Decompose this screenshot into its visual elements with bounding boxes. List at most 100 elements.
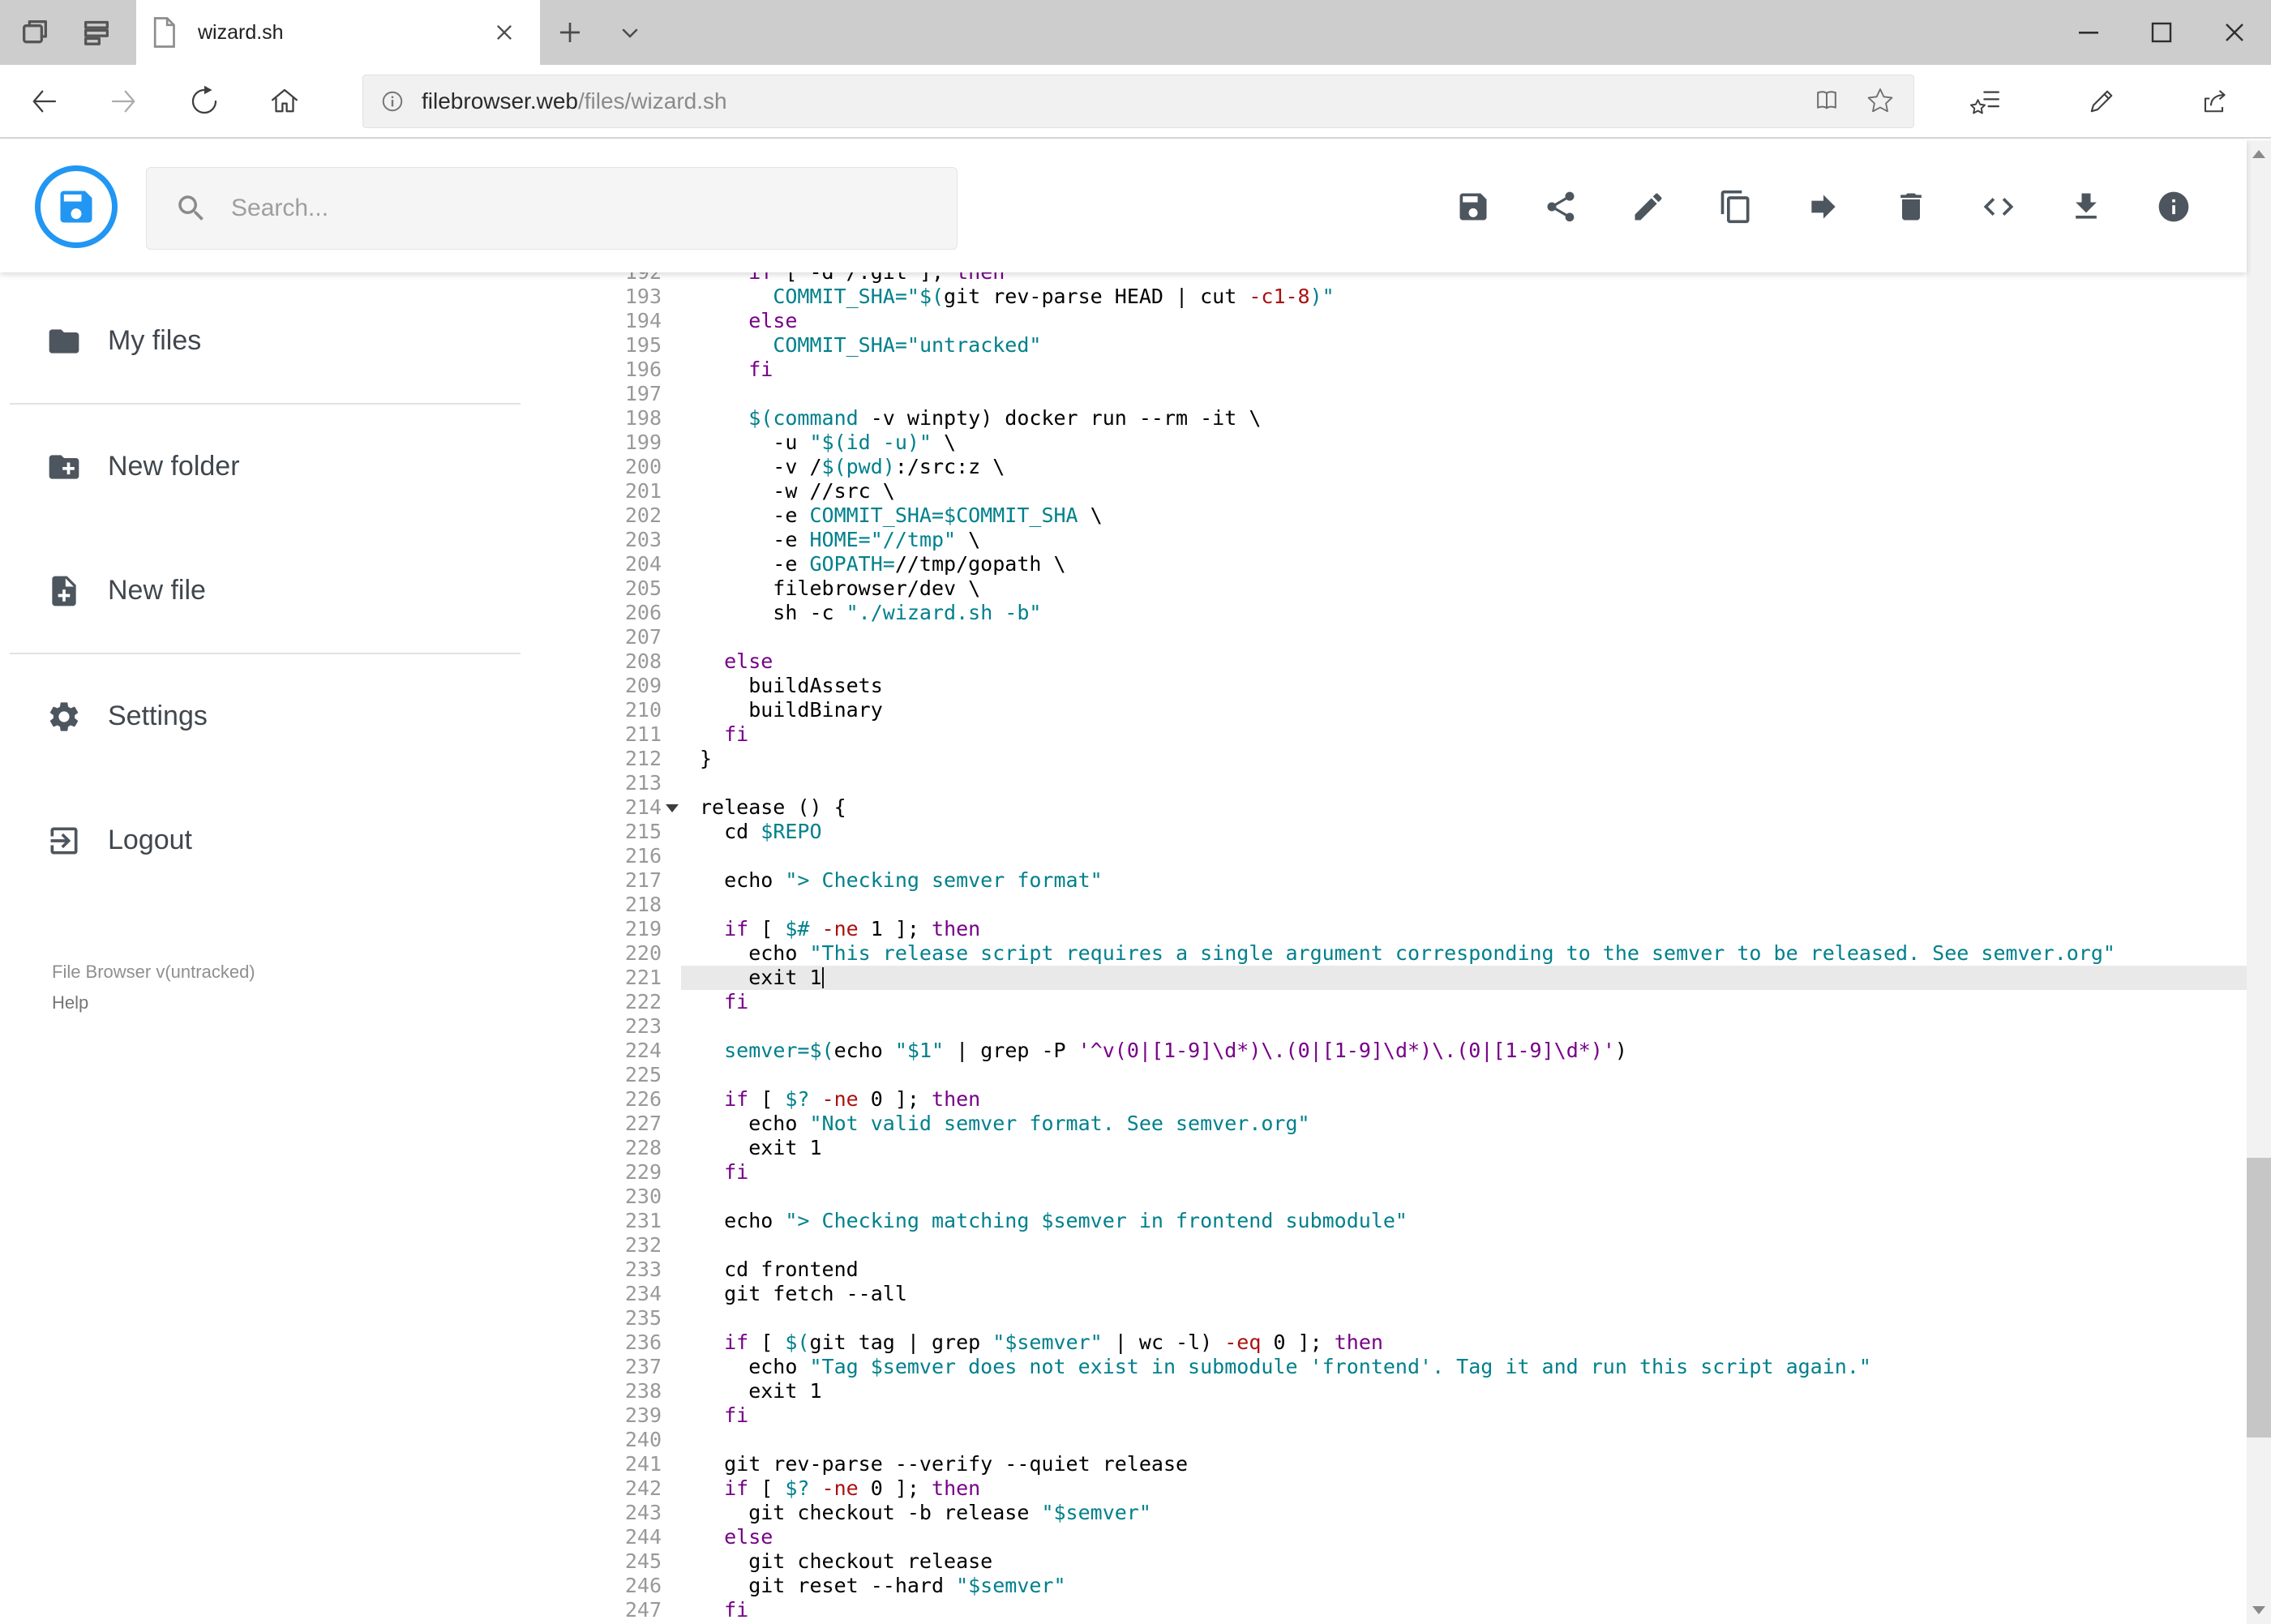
code-line[interactable]: 196 fi <box>538 358 2247 382</box>
code-line[interactable]: 243 git checkout -b release "$semver" <box>538 1501 2247 1525</box>
code-line[interactable]: 231 echo "> Checking matching $semver in… <box>538 1209 2247 1233</box>
code-line[interactable]: 238 exit 1 <box>538 1379 2247 1403</box>
code-line[interactable]: 247 fi <box>538 1598 2247 1622</box>
maximize-button[interactable] <box>2125 0 2198 65</box>
code-line[interactable]: 240 <box>538 1428 2247 1452</box>
code-line[interactable]: 235 <box>538 1306 2247 1330</box>
reading-view-button[interactable] <box>1806 81 1847 122</box>
code-line[interactable]: 229 fi <box>538 1160 2247 1185</box>
code-line[interactable]: 230 <box>538 1185 2247 1209</box>
code-line[interactable]: 194 else <box>538 309 2247 333</box>
move-button[interactable] <box>1806 189 1841 225</box>
sidebar-item-logout[interactable]: Logout <box>0 778 538 902</box>
minimize-button[interactable] <box>2052 0 2125 65</box>
share-file-button[interactable] <box>1543 189 1579 225</box>
fold-arrow-icon[interactable] <box>662 795 681 820</box>
scrollbar-down-arrow[interactable] <box>2247 1596 2271 1624</box>
code-line[interactable]: 197 <box>538 382 2247 406</box>
scrollbar-thumb[interactable] <box>2247 1158 2271 1438</box>
search-bar[interactable] <box>146 167 958 250</box>
code-line[interactable]: 211 fi <box>538 722 2247 747</box>
hub-favorites-button[interactable] <box>1964 79 2009 124</box>
code-line[interactable]: 216 <box>538 844 2247 868</box>
code-line[interactable]: 215 cd $REPO <box>538 820 2247 844</box>
code-line[interactable]: 193 COMMIT_SHA="$(git rev-parse HEAD | c… <box>538 285 2247 309</box>
filebrowser-logo[interactable] <box>35 165 118 248</box>
site-info-icon[interactable] <box>378 87 407 116</box>
code-line[interactable]: 195 COMMIT_SHA="untracked" <box>538 333 2247 358</box>
code-line[interactable]: 239 fi <box>538 1403 2247 1428</box>
share-button[interactable] <box>2194 79 2239 124</box>
refresh-button[interactable] <box>182 79 227 124</box>
sidebar-item-new-file[interactable]: New file <box>0 529 538 653</box>
code-editor[interactable]: 192 if [ -d /.git ]; then193 COMMIT_SHA=… <box>538 272 2247 1624</box>
code-line[interactable]: 225 <box>538 1063 2247 1087</box>
copy-button[interactable] <box>1718 189 1754 225</box>
code-line[interactable]: 236 if [ $(git tag | grep "$semver" | wc… <box>538 1330 2247 1355</box>
tab-close-button[interactable] <box>482 10 527 55</box>
code-line[interactable]: 226 if [ $? -ne 0 ]; then <box>538 1087 2247 1112</box>
code-line[interactable]: 221 exit 1 <box>538 966 2247 990</box>
code-line[interactable]: 201 -w //src \ <box>538 479 2247 503</box>
info-button[interactable] <box>2156 189 2192 225</box>
code-line[interactable]: 241 git rev-parse --verify --quiet relea… <box>538 1452 2247 1476</box>
code-line[interactable]: 203 -e HOME="//tmp" \ <box>538 528 2247 552</box>
address-bar[interactable]: filebrowser.web/files/wizard.sh <box>362 74 1914 128</box>
code-line[interactable]: 210 buildBinary <box>538 698 2247 722</box>
code-line[interactable]: 220 echo "This release script requires a… <box>538 941 2247 966</box>
close-button[interactable] <box>2198 0 2271 65</box>
code-line[interactable]: 245 git checkout release <box>538 1549 2247 1574</box>
code-line[interactable]: 208 else <box>538 649 2247 674</box>
sidebar-item-my-files[interactable]: My files <box>0 279 538 403</box>
forward-button[interactable] <box>101 79 147 124</box>
code-line[interactable]: 233 cd frontend <box>538 1258 2247 1282</box>
code-line[interactable]: 224 semver=$(echo "$1" | grep -P '^v(0|[… <box>538 1039 2247 1063</box>
code-line[interactable]: 227 echo "Not valid semver format. See s… <box>538 1112 2247 1136</box>
code-line[interactable]: 207 <box>538 625 2247 649</box>
code-line[interactable]: 200 -v /$(pwd):/src:z \ <box>538 455 2247 479</box>
code-line[interactable]: 222 fi <box>538 990 2247 1014</box>
code-line[interactable]: 244 else <box>538 1525 2247 1549</box>
code-view-button[interactable] <box>1981 189 2016 225</box>
code-line[interactable]: 214 release () { <box>538 795 2247 820</box>
add-favorite-button[interactable] <box>1860 81 1900 122</box>
code-line[interactable]: 202 -e COMMIT_SHA=$COMMIT_SHA \ <box>538 503 2247 528</box>
page-scrollbar[interactable] <box>2247 140 2271 1624</box>
tab-preview-chevron[interactable] <box>610 10 650 55</box>
code-line[interactable]: 218 <box>538 893 2247 917</box>
code-line[interactable]: 234 git fetch --all <box>538 1282 2247 1306</box>
code-line[interactable]: 192 if [ -d /.git ]; then <box>538 272 2247 285</box>
web-note-button[interactable] <box>2079 79 2124 124</box>
code-line[interactable]: 205 filebrowser/dev \ <box>538 576 2247 601</box>
save-button[interactable] <box>1455 189 1491 225</box>
code-line[interactable]: 223 <box>538 1014 2247 1039</box>
code-line[interactable]: 198 $(command -v winpty) docker run --rm… <box>538 406 2247 431</box>
code-line[interactable]: 232 <box>538 1233 2247 1258</box>
code-line[interactable]: 212} <box>538 747 2247 771</box>
browser-tab[interactable]: wizard.sh <box>136 0 540 65</box>
code-line[interactable]: 242 if [ $? -ne 0 ]; then <box>538 1476 2247 1501</box>
set-tabs-aside-button[interactable] <box>15 10 55 55</box>
code-line[interactable]: 209 buildAssets <box>538 674 2247 698</box>
url-text[interactable]: filebrowser.web/files/wizard.sh <box>422 88 1806 114</box>
home-button[interactable] <box>262 79 307 124</box>
search-input[interactable] <box>229 194 941 223</box>
code-line[interactable]: 204 -e GOPATH=//tmp/gopath \ <box>538 552 2247 576</box>
new-tab-button[interactable] <box>550 10 590 55</box>
sidebar-item-settings[interactable]: Settings <box>0 654 538 778</box>
download-button[interactable] <box>2068 189 2104 225</box>
delete-button[interactable] <box>1893 189 1929 225</box>
edit-button[interactable] <box>1630 189 1666 225</box>
sidebar-item-new-folder[interactable]: New folder <box>0 405 538 529</box>
code-line[interactable]: 246 git reset --hard "$semver" <box>538 1574 2247 1598</box>
help-link[interactable]: Help <box>52 992 255 1013</box>
code-line[interactable]: 217 echo "> Checking semver format" <box>538 868 2247 893</box>
tabs-set-aside-button[interactable] <box>76 10 117 55</box>
code-line[interactable]: 199 -u "$(id -u)" \ <box>538 431 2247 455</box>
scrollbar-up-arrow[interactable] <box>2247 140 2271 168</box>
back-button[interactable] <box>21 79 66 124</box>
code-line[interactable]: 219 if [ $# -ne 1 ]; then <box>538 917 2247 941</box>
code-line[interactable]: 237 echo "Tag $semver does not exist in … <box>538 1355 2247 1379</box>
code-line[interactable]: 213 <box>538 771 2247 795</box>
code-line[interactable]: 206 sh -c "./wizard.sh -b" <box>538 601 2247 625</box>
